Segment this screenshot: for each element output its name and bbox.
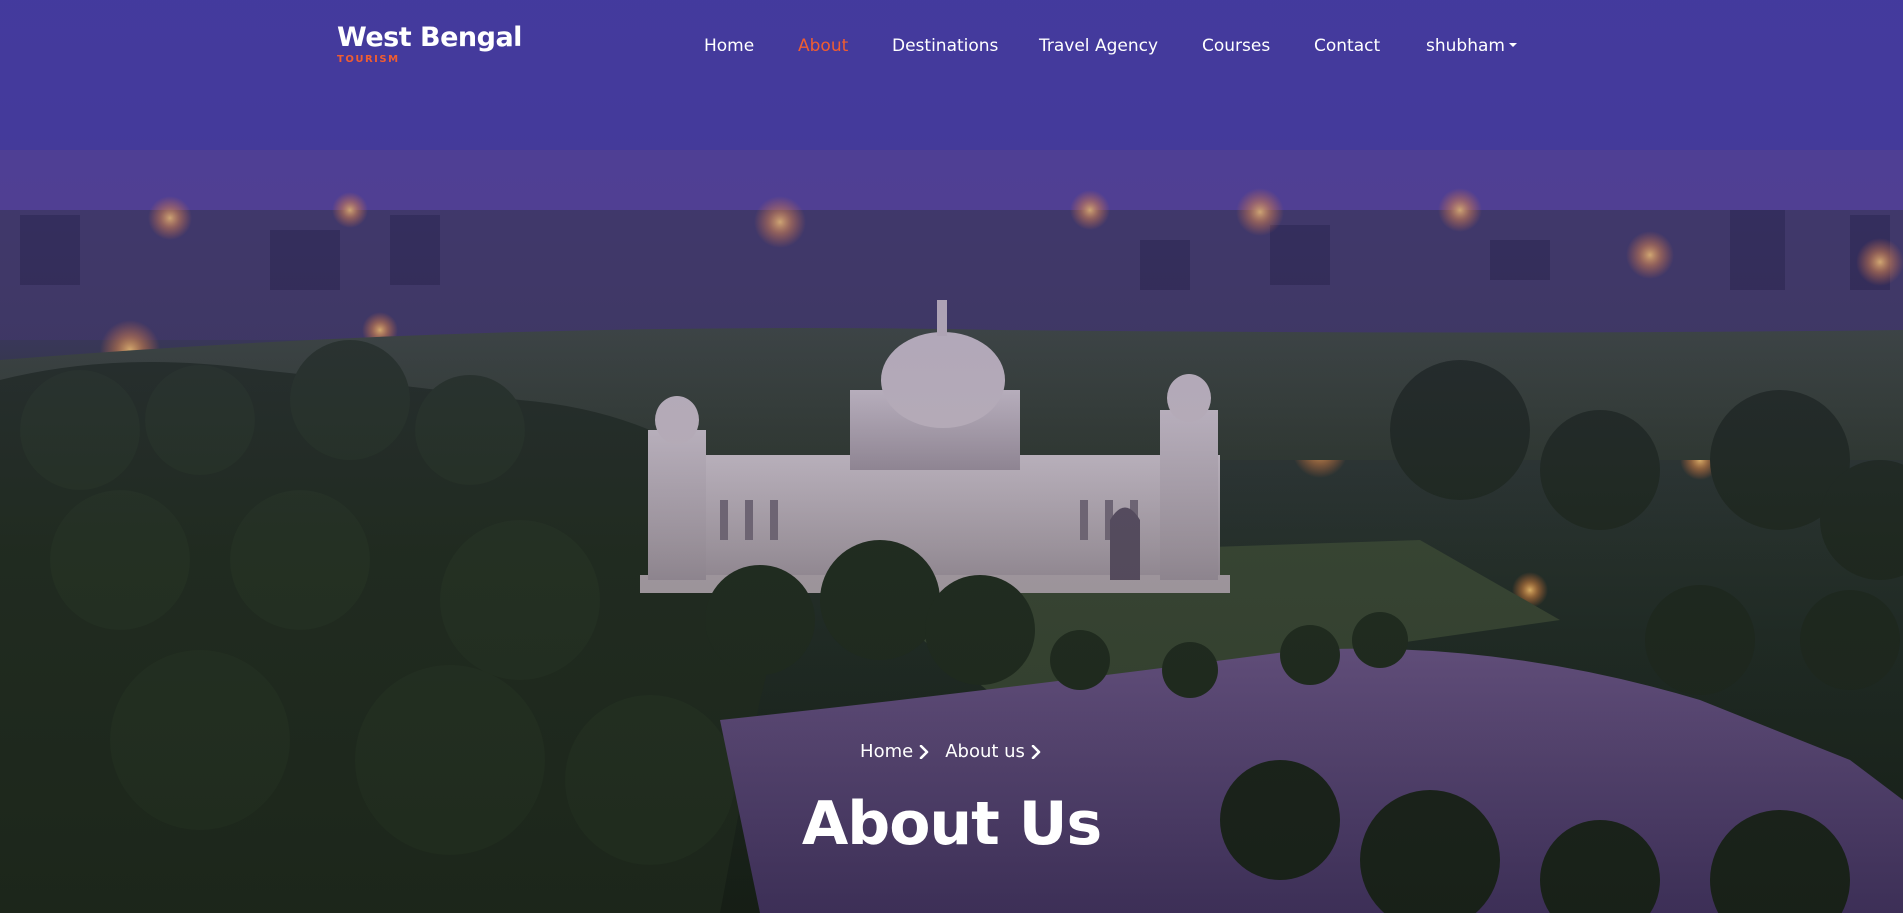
chevron-right-icon (1031, 744, 1041, 759)
breadcrumb-current-label: About us (945, 741, 1025, 762)
breadcrumb: Home About us (0, 741, 1903, 762)
brand-tagline: TOURISM (337, 54, 400, 65)
hero-section: West Bengal TOURISM Home About Destinati… (0, 0, 1903, 913)
nav-courses[interactable]: Courses (1202, 34, 1270, 58)
nav-about[interactable]: About (798, 34, 848, 58)
nav-home[interactable]: Home (704, 34, 754, 58)
nav-contact[interactable]: Contact (1314, 34, 1380, 58)
chevron-right-icon (919, 744, 929, 759)
breadcrumb-current: About us (945, 741, 1043, 762)
brand-logo[interactable]: West Bengal TOURISM (337, 22, 522, 66)
caret-down-icon (1508, 42, 1517, 47)
navbar: West Bengal TOURISM Home About Destinati… (0, 0, 1903, 90)
breadcrumb-home-label: Home (860, 741, 914, 762)
breadcrumb-home[interactable]: Home (860, 741, 931, 762)
nav-travel-agency[interactable]: Travel Agency (1039, 34, 1158, 58)
nav-user-dropdown[interactable]: shubham (1426, 34, 1517, 58)
hero-overlay (0, 0, 1903, 913)
page-title: About Us (801, 789, 1102, 859)
nav-destinations[interactable]: Destinations (892, 34, 998, 58)
nav-user-label: shubham (1426, 36, 1505, 56)
brand-name: West Bengal (337, 22, 522, 53)
